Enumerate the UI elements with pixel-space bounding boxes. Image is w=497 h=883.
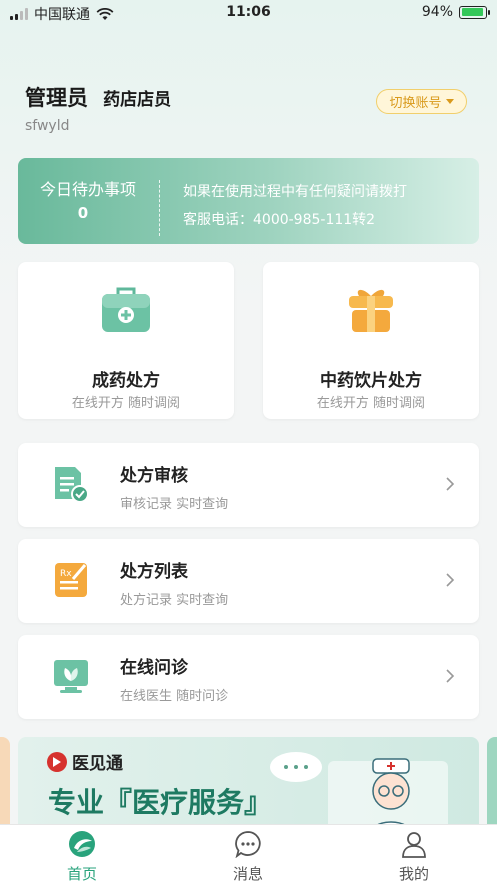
card-title: 成药处方 [92, 371, 160, 391]
status-bar: 中国联通 11:06 94% [0, 0, 497, 26]
todo-summary: 今日待办事项 0 [18, 158, 158, 244]
chat-bubble-icon [235, 831, 261, 858]
bottom-tab-bar: 首页 消息 我的 [0, 824, 497, 883]
medical-kit-icon [102, 287, 150, 332]
card-patent-medicine-prescription[interactable]: 成药处方 在线开方 随时调阅 [18, 262, 234, 419]
carousel-next-slide [487, 737, 497, 837]
switch-account-button[interactable]: 切换账号 [376, 89, 467, 114]
support-notice: 如果在使用过程中有任何疑问请拨打 客服电话：4000-985-111转2 [183, 178, 407, 234]
svg-text:Rx: Rx [60, 569, 72, 579]
user-role: 药店店员 [103, 90, 172, 110]
card-herbal-prescription[interactable]: 中药饮片处方 在线开方 随时调阅 [263, 262, 479, 419]
person-icon [402, 832, 426, 858]
monitor-plant-icon [54, 660, 88, 693]
todo-title: 今日待办事项 [39, 180, 136, 199]
prescription-icon: Rx [55, 563, 87, 597]
user-header: 管理员 药店店员 [25, 82, 171, 112]
list-item-prescription-review[interactable]: 处方审核 审核记录 实时查询 [18, 443, 479, 527]
list-item-online-consultation[interactable]: 在线问诊 在线医生 随时问诊 [18, 635, 479, 719]
banner-logo: 医见通 [46, 749, 123, 774]
header-background [0, 0, 497, 300]
carousel-prev-slide [0, 737, 10, 837]
chat-bubble-illustration [270, 752, 322, 782]
banner-logo-text: 医见通 [72, 754, 123, 774]
list-item-title: 在线问诊 [120, 658, 188, 678]
battery-group: 94% [421, 4, 490, 20]
caret-down-icon [445, 99, 454, 104]
list-item-prescription-list[interactable]: Rx 处方列表 处方记录 实时查询 [18, 539, 479, 623]
tab-messages[interactable]: 消息 [188, 825, 308, 883]
list-item-subtitle: 处方记录 实时查询 [120, 593, 229, 608]
card-title: 中药饮片处方 [320, 371, 422, 391]
tab-label: 首页 [66, 865, 97, 883]
card-subtitle: 在线开方 随时调阅 [316, 396, 426, 411]
home-logo-icon [69, 831, 95, 857]
todo-divider [159, 180, 160, 236]
list-item-subtitle: 在线医生 随时问诊 [120, 689, 229, 704]
list-item-title: 处方审核 [120, 466, 188, 486]
list-item-subtitle: 审核记录 实时查询 [120, 497, 229, 512]
chevron-right-icon [446, 573, 455, 587]
user-id: sfwyld [25, 118, 70, 134]
tab-profile[interactable]: 我的 [354, 825, 474, 883]
list-item-title: 处方列表 [120, 562, 188, 582]
tab-home[interactable]: 首页 [22, 825, 142, 883]
battery-icon [459, 5, 490, 19]
brand-logo-icon [47, 751, 67, 772]
todo-banner[interactable]: 今日待办事项 0 如果在使用过程中有任何疑问请拨打 客服电话：4000-985-… [18, 158, 479, 244]
gift-box-icon [349, 289, 393, 332]
tab-label: 我的 [398, 865, 429, 883]
chevron-right-icon [446, 669, 455, 683]
battery-percent: 94% [421, 4, 453, 20]
support-phone: 客服电话：4000-985-111转2 [183, 212, 376, 228]
todo-count: 0 [77, 204, 89, 222]
switch-account-label: 切换账号 [389, 96, 442, 111]
user-name: 管理员 [25, 86, 88, 110]
card-subtitle: 在线开方 随时调阅 [71, 396, 181, 411]
promo-banner[interactable]: 医见通 专业『医疗服务』 [18, 737, 479, 837]
chevron-right-icon [446, 477, 455, 491]
tab-label: 消息 [232, 865, 263, 883]
support-notice-line1: 如果在使用过程中有任何疑问请拨打 [183, 184, 407, 200]
banner-slogan: 专业『医疗服务』 [48, 786, 273, 819]
document-check-icon [55, 467, 89, 503]
battery-fill [461, 8, 484, 16]
